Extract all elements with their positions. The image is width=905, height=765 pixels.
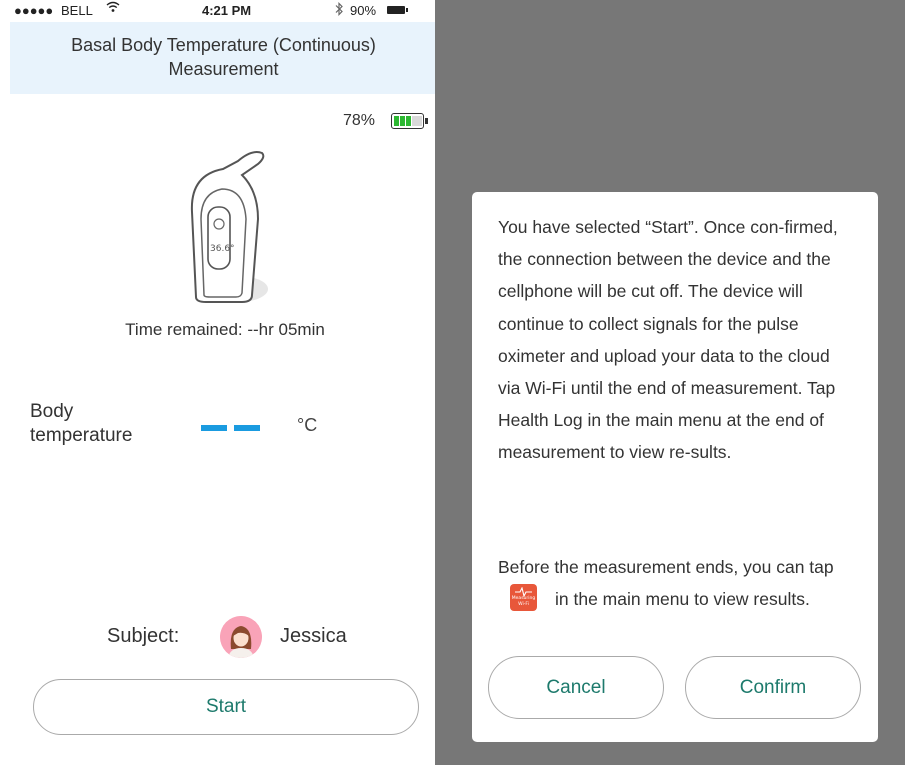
subject-label: Subject:: [107, 625, 180, 647]
dialog-note-after: in the main menu to view results.: [555, 589, 810, 610]
time-remained-label: Time remained: --hr 05min: [125, 320, 325, 339]
temperature-placeholder-dash: [201, 425, 227, 431]
thermometer-device-illustration: 36.6°: [178, 147, 278, 312]
device-battery-percent: 78%: [343, 112, 376, 129]
temperature-placeholder-dash: [234, 425, 260, 431]
measurement-screen: ●●●●● BELL 4:21 PM 90% Basal Body Temper…: [0, 0, 450, 765]
start-button[interactable]: Start: [33, 679, 419, 735]
phone-battery-percent: 90%: [350, 3, 377, 18]
dialog-message: You have selected “Start”. Once con-firm…: [498, 217, 838, 463]
app-icon-label-2: Wi-Fi: [518, 602, 529, 608]
wifi-icon: [106, 0, 120, 17]
bluetooth-icon: [334, 2, 344, 19]
signal-strength: ●●●●●: [14, 3, 54, 18]
measuring-wifi-icon: Measuring Wi-Fi: [510, 584, 537, 612]
user-avatar-icon[interactable]: [220, 616, 262, 658]
body-temperature-label: Body temperature: [30, 400, 132, 448]
temperature-unit: °C: [297, 415, 318, 435]
clock: 4:21 PM: [202, 3, 252, 18]
device-battery-icon: [391, 113, 424, 129]
subject-name[interactable]: Jessica: [280, 625, 347, 648]
device-battery-nub: [425, 118, 428, 124]
dialog-note-before: Before the measurement ends, you can tap: [498, 557, 834, 577]
confirm-button[interactable]: Confirm: [685, 656, 861, 719]
cancel-button[interactable]: Cancel: [488, 656, 664, 719]
app-icon-label-1: Measuring: [511, 596, 536, 602]
body-label-line1: Body: [30, 401, 74, 422]
carrier-name: BELL: [61, 3, 93, 18]
body-label-line2: temperature: [30, 425, 133, 446]
page-title: Basal Body Temperature (Continuous) Meas…: [71, 35, 376, 79]
device-display-reading: 36.6°: [210, 244, 235, 254]
status-bar: ●●●●● BELL 4:21 PM 90%: [14, 0, 434, 22]
confirm-dialog: You have selected “Start”. Once con-firm…: [472, 192, 878, 742]
page-header: Basal Body Temperature (Continuous) Meas…: [10, 22, 437, 94]
dialog-note: Before the measurement ends, you can tap…: [498, 551, 838, 615]
phone-battery-icon: [387, 6, 408, 14]
